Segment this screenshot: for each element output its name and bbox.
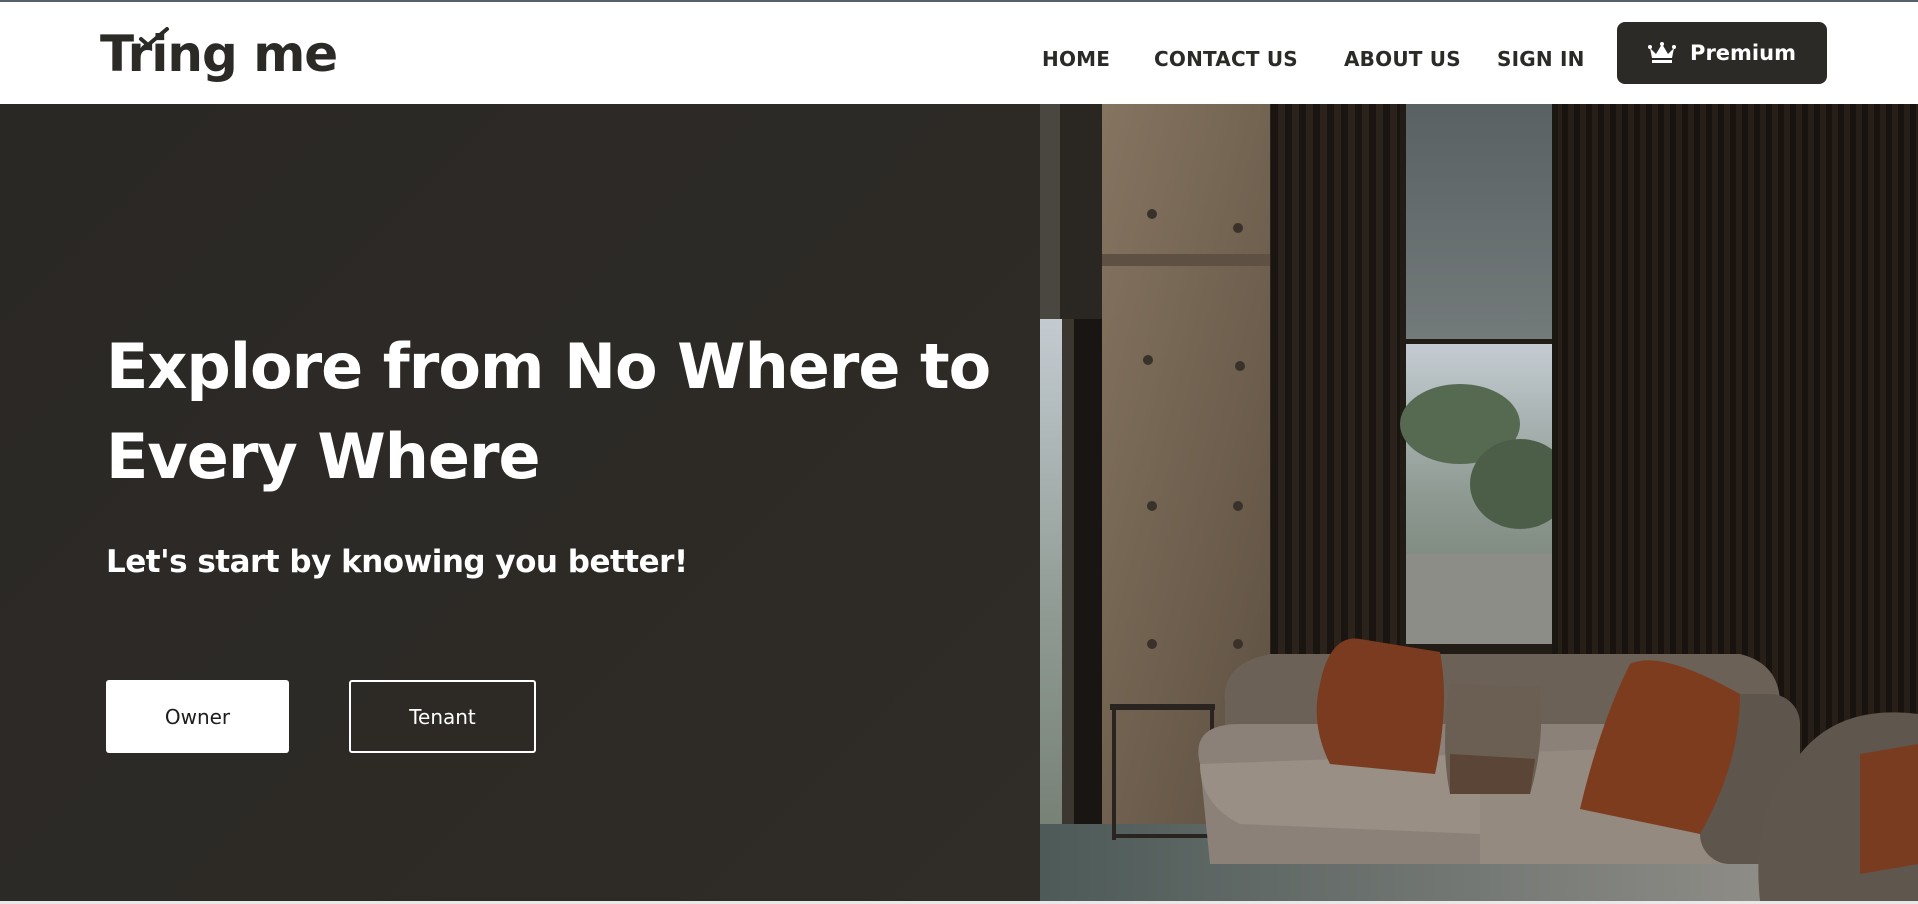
- nav-home[interactable]: HOME: [1042, 47, 1110, 71]
- site-logo[interactable]: Tring me: [100, 24, 338, 84]
- nav-about-us[interactable]: ABOUT US: [1344, 47, 1461, 71]
- nav-sign-in[interactable]: SIGN IN: [1497, 47, 1585, 71]
- site-header: Tring me HOME CONTACT US ABOUT US SIGN I…: [0, 2, 1918, 104]
- hero-title-line-1: Explore from No Where to: [106, 330, 991, 403]
- hero-panel: Explore from No Where to Every Where Let…: [0, 104, 1040, 901]
- hero-title: Explore from No Where to Every Where: [106, 322, 1006, 502]
- tenant-button[interactable]: Tenant: [349, 680, 536, 753]
- crown-icon: [1648, 42, 1677, 63]
- hero-title-line-2: Every Where: [106, 420, 541, 493]
- premium-label: Premium: [1690, 41, 1796, 65]
- logo-text: Tring me: [100, 25, 338, 83]
- owner-button[interactable]: Owner: [106, 680, 289, 753]
- hero-subtitle: Let's start by knowing you better!: [106, 544, 688, 580]
- checkmark-icon: [139, 27, 169, 47]
- premium-button[interactable]: Premium: [1617, 22, 1827, 84]
- hero-interior-photo: [1040, 104, 1918, 901]
- nav-contact-us[interactable]: CONTACT US: [1154, 47, 1298, 71]
- living-room-illustration: [1040, 104, 1918, 901]
